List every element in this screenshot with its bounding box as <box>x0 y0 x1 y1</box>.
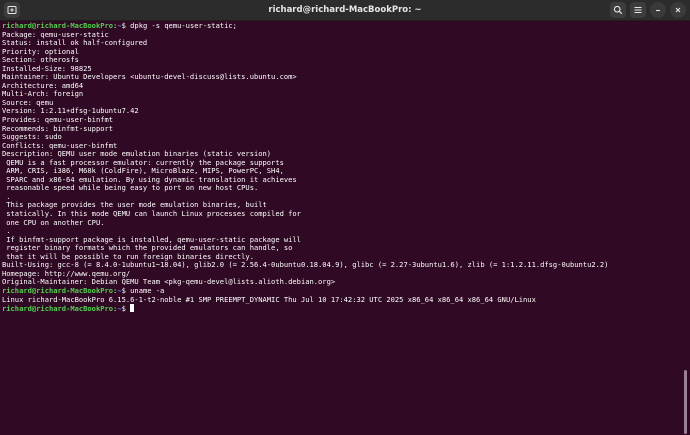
prompt-user-host: richard@richard-MacBookPro <box>2 285 114 295</box>
prompt-symbol: $ <box>121 285 131 295</box>
close-icon <box>675 7 681 13</box>
output-line: one CPU on another CPU. <box>2 217 105 227</box>
output-line: Section: otherosfs <box>2 55 79 65</box>
prompt-symbol: $ <box>121 304 131 314</box>
command-text: dpkg -s qemu-user-static; <box>130 22 237 30</box>
terminal-output[interactable]: richard@richard-MacBookPro:~$ dpkg -s qe… <box>2 22 680 433</box>
terminal-window: richard@richard-MacBookPro: ~ richard@ri… <box>0 0 690 435</box>
output-line: Maintainer: Ubuntu Developers <ubuntu-de… <box>2 72 297 82</box>
menu-button[interactable] <box>630 2 646 18</box>
minimize-icon <box>656 9 660 12</box>
output-line: Linux richard-MacBookPro 6.15.6-1-t2-nob… <box>2 294 536 304</box>
command-output: Package: qemu-user-static Status: instal… <box>2 30 680 287</box>
command-text: uname -a <box>130 285 165 295</box>
prompt-symbol: $ <box>121 22 131 30</box>
output-line: Recommends: binfmt-support <box>2 123 114 133</box>
text-cursor <box>130 304 135 313</box>
output-line: Priority: optional <box>2 46 79 56</box>
prompt-user-host: richard@richard-MacBookPro <box>2 304 114 314</box>
window-title: richard@richard-MacBookPro: ~ <box>268 5 422 15</box>
output-line: reasonable speed while being easy to por… <box>2 183 259 193</box>
search-icon <box>613 5 623 15</box>
hamburger-menu-icon <box>634 7 642 13</box>
output-line: Architecture: amd64 <box>2 80 84 90</box>
output-line: Multi-Arch: foreign <box>2 89 84 99</box>
minimize-button[interactable] <box>650 2 666 18</box>
close-button[interactable] <box>670 2 686 18</box>
output-line: Status: install ok half-configured <box>2 38 148 48</box>
vertical-scrollbar[interactable] <box>684 370 687 434</box>
titlebar: richard@richard-MacBookPro: ~ <box>0 0 690 21</box>
prompt-line: richard@richard-MacBookPro:~$ <box>2 304 680 313</box>
search-button[interactable] <box>610 2 626 18</box>
prompt-user-host: richard@richard-MacBookPro <box>2 22 114 30</box>
